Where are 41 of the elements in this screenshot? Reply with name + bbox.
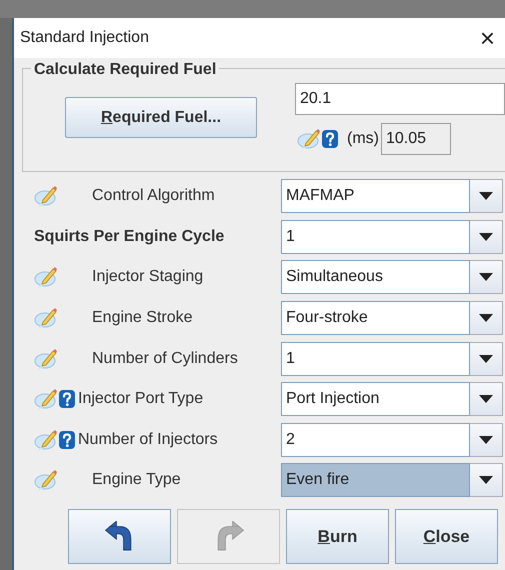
field-label: Injector Staging [92,267,204,288]
close-button[interactable]: × [480,25,495,51]
dropdown-arrow-button[interactable] [470,342,503,376]
dropdown-arrow-button[interactable] [470,463,503,498]
dropdown-arrow-button[interactable] [470,301,503,336]
unit-label: (ms) [347,129,379,149]
dialog-button[interactable]: Close [395,508,498,564]
dropdown-field[interactable]: 1 [281,220,470,254]
input-field[interactable]: 20.1 [295,83,505,115]
field-label: Engine Type [92,470,181,490]
dropdown-arrow-button[interactable] [470,382,503,416]
caret-icon [479,273,493,282]
dialog-button[interactable]: Burn [286,508,389,564]
caret-icon [479,232,493,241]
dropdown-field[interactable]: Port Injection [281,382,470,416]
window-title: Standard Injection [20,28,149,48]
field-label: Squirts Per Engine Cycle [34,226,224,247]
dropdown-field[interactable]: Four-stroke [281,301,470,336]
caret-icon [479,395,493,404]
caret-icon [479,476,493,484]
dropdown-arrow-button[interactable] [470,260,503,294]
dropdown-field[interactable]: MAFMAP [281,179,470,214]
dropdown-arrow-button[interactable] [470,422,503,457]
field-label: Control Algorithm [92,186,215,206]
dropdown-arrow-button[interactable] [470,220,503,254]
dropdown-arrow-button[interactable] [470,179,503,214]
caret-icon [479,436,493,444]
field-label: Injector Port Type [78,389,204,410]
required-fuel-button[interactable]: Required Fuel... [65,97,257,138]
field-label: Engine Stroke [92,308,193,328]
output-field: 10.05 [380,123,451,155]
dropdown-field[interactable]: 1 [281,342,470,376]
field-label: Number of Injectors [78,430,218,450]
field-label: Number of Cylinders [92,348,238,369]
caret-icon [479,192,493,200]
caret-icon [479,354,493,363]
caret-icon [479,314,493,322]
dropdown-field[interactable]: Simultaneous [281,260,470,294]
dropdown-field[interactable]: Even fire [281,463,470,498]
undo-button[interactable] [68,508,171,564]
dropdown-field[interactable]: 2 [281,422,470,457]
